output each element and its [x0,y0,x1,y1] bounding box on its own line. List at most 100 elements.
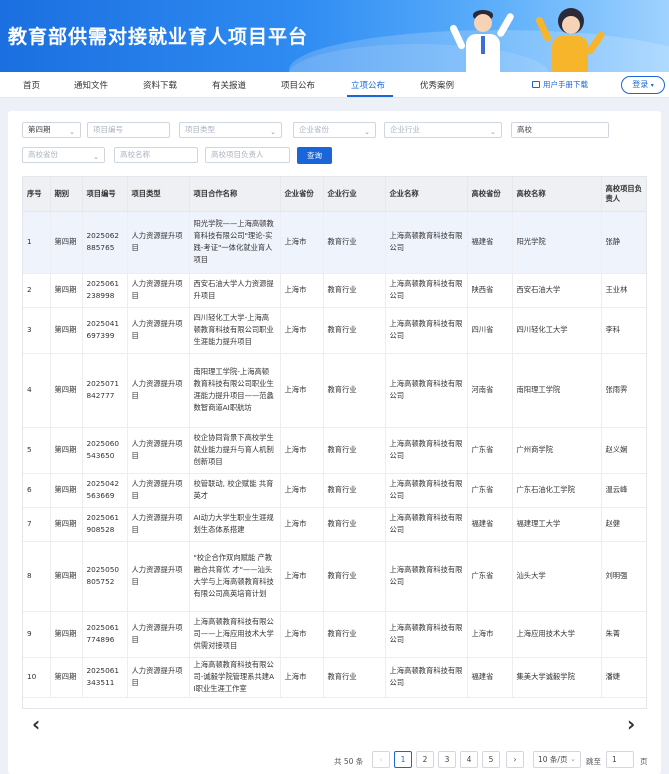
row-project-no: 2025061908528 [82,507,128,542]
row-company-industry: 教育行业 [323,507,386,542]
row-company-industry: 教育行业 [323,541,386,612]
nav-excellent-cases[interactable]: 优秀案例 [420,79,454,91]
row-school-province: 上海市 [467,611,513,658]
col-header: 企业省份 [280,177,324,212]
company-province-select[interactable]: 企业省份 ⌄ [293,122,376,138]
row-school-province: 河南省 [467,353,513,428]
table-row[interactable]: 8 第四期 2025050805752 人力资源提升项目 "校企合作双向赋能 产教融合共… [23,541,646,612]
row-school-province: 广东省 [467,541,513,612]
row-project-name: 校管联动, 校企赋能 共育英才 [189,473,281,508]
row-school-province: 四川省 [467,307,513,354]
page-3-button[interactable]: 3 [438,751,456,768]
page-2-button[interactable]: 2 [416,751,434,768]
row-school-name: 西安石油大学 [512,273,602,308]
nav-approval-announce[interactable]: 立项公布 [351,79,385,91]
project-no-input[interactable]: 项目编号 [87,122,170,138]
row-project-name: 上海高顿教育科技有限公司-诚毅学院管理系共建AI职业生涯工作室 [189,657,281,698]
row-company-province: 上海市 [280,307,324,354]
row-project-type: 人力资源提升项目 [127,211,190,274]
school-type-input[interactable]: 高校 [511,122,609,138]
row-period: 第四期 [50,507,83,542]
page-1-button[interactable]: 1 [394,751,412,768]
row-period: 第四期 [50,657,83,698]
page-5-button[interactable]: 5 [482,751,500,768]
table-row[interactable]: 7 第四期 2025061908528 人力资源提升项目 AI动力大学生职业生涯规划生态… [23,507,646,542]
row-project-no: 2025042563669 [82,473,128,508]
nav-downloads[interactable]: 资料下载 [143,79,177,91]
row-school-name: 汕头大学 [512,541,602,612]
table-row[interactable]: 9 第四期 2025061774896 人力资源提升项目 上海高顿教育科技有限公司——上… [23,611,646,658]
row-company-name: 上海高顿教育科技有限公司 [385,427,468,474]
login-button[interactable]: 登录 ▾ [621,76,665,94]
row-company-province: 上海市 [280,657,324,698]
row-company-name: 上海高顿教育科技有限公司 [385,541,468,612]
row-leader: 朱菁 [601,611,646,658]
book-icon [532,81,540,88]
next-page-button[interactable]: › [506,751,524,768]
col-header: 高校项目负责人 [601,177,646,212]
chevron-down-icon: ⌄ [93,153,99,161]
scroll-left-arrow-icon[interactable]: ‹ [32,712,40,736]
row-project-name: 四川轻化工大学-上海高顿教育科技有限公司职业生涯能力提升项目 [189,307,281,354]
school-name-input[interactable]: 高校名称 [114,147,198,163]
col-header: 高校省份 [467,177,513,212]
period-select[interactable]: 第四期 ⌄ [22,122,81,138]
chevron-down-icon: ⌄ [570,755,576,763]
results-table-container[interactable]: 序号 期别 项目编号 项目类型 项目合作名称 企业省份 企业行业 企业名称 高校… [22,176,647,709]
scroll-right-arrow-icon[interactable]: › [627,712,635,736]
row-school-name: 阳光学院 [512,211,602,274]
chevron-down-icon: ⌄ [270,128,276,136]
row-index: 3 [23,307,51,354]
row-school-name: 四川轻化工大学 [512,307,602,354]
nav-home[interactable]: 首页 [23,79,40,91]
goto-page-input[interactable]: 1 [606,751,634,768]
row-project-no: 2025041697399 [82,307,128,354]
row-company-industry: 教育行业 [323,307,386,354]
row-leader: 温云峰 [601,473,646,508]
row-company-name: 上海高顿教育科技有限公司 [385,273,468,308]
table-row[interactable]: 2 第四期 2025061238998 人力资源提升项目 西安石油大学人力资源提升项目上… [23,273,646,308]
school-leader-input[interactable]: 高校项目负责人 [205,147,290,163]
table-row[interactable]: 6 第四期 2025042563669 人力资源提升项目 校管联动, 校企赋能 共育英才… [23,473,646,508]
row-index: 10 [23,657,51,698]
row-project-type: 人力资源提升项目 [127,507,190,542]
row-index: 1 [23,211,51,274]
manual-download-link[interactable]: 用户手册下载 [532,79,588,90]
nav-notices[interactable]: 通知文件 [74,79,108,91]
row-index: 6 [23,473,51,508]
table-row[interactable]: 3 第四期 2025041697399 人力资源提升项目 四川轻化工大学-上海高顿教育科… [23,307,646,354]
table-row[interactable]: 4 第四期 2025071842777 人力资源提升项目 南阳理工学院-上海高顿教育科技… [23,353,646,428]
row-project-no: 2025062885765 [82,211,128,274]
main-nav: 首页 通知文件 资料下载 有关报道 项目公布 立项公布 优秀案例 用户手册下载 … [0,72,669,98]
row-company-name: 上海高顿教育科技有限公司 [385,657,468,698]
row-project-name: 西安石油大学人力资源提升项目 [189,273,281,308]
row-period: 第四期 [50,273,83,308]
row-index: 2 [23,273,51,308]
page-4-button[interactable]: 4 [460,751,478,768]
row-company-name: 上海高顿教育科技有限公司 [385,353,468,428]
query-button[interactable]: 查询 [297,147,332,164]
row-leader: 李科 [601,307,646,354]
prev-page-button[interactable]: ‹ [372,751,390,768]
table-row[interactable]: 10 第四期 2025061343511 人力资源提升项目 上海高顿教育科技有限公司-诚… [23,657,646,698]
col-header: 高校名称 [512,177,602,212]
row-project-no: 2025050805752 [82,541,128,612]
page-size-select[interactable]: 10 条/页 ⌄ [533,751,581,768]
row-company-name: 上海高顿教育科技有限公司 [385,211,468,274]
total-count: 共 50 条 [334,757,364,766]
row-project-name: 上海高顿教育科技有限公司——上海应用技术大学供需对接项目 [189,611,281,658]
row-company-industry: 教育行业 [323,427,386,474]
nav-reports[interactable]: 有关报道 [212,79,246,91]
nav-project-announce[interactable]: 项目公布 [281,79,315,91]
col-header: 项目合作名称 [189,177,281,212]
project-type-select[interactable]: 项目类型 ⌄ [179,122,282,138]
col-header: 序号 [23,177,51,212]
company-industry-select[interactable]: 企业行业 ⌄ [384,122,502,138]
school-province-select[interactable]: 高校省份 ⌄ [22,147,105,163]
row-company-province: 上海市 [280,541,324,612]
banner-illustration-woman [520,6,610,72]
goto-label: 跳至 [586,757,601,766]
table-row[interactable]: 5 第四期 2025060543650 人力资源提升项目 校企协同背景下高校学生就业能力… [23,427,646,474]
row-project-no: 2025060543650 [82,427,128,474]
table-row[interactable]: 1 第四期 2025062885765 人力资源提升项目 阳光学院——上海高顿教育科技有… [23,211,646,274]
